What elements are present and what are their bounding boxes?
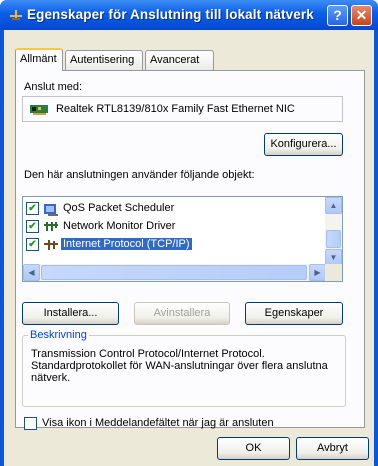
properties-button[interactable]: Egenskaper <box>245 302 343 325</box>
qos-scheduler-icon <box>44 204 58 216</box>
list-item-selected[interactable]: ✔ Internet Protocol (TCP/IP) <box>23 236 326 254</box>
uninstall-button-label: Avinstallera <box>153 307 211 319</box>
list-item[interactable]: ✔ QoS Packet Scheduler <box>23 200 326 218</box>
list-item-label: Internet Protocol (TCP/IP) <box>61 238 192 250</box>
vertical-scroll-thumb[interactable] <box>326 230 341 248</box>
help-button[interactable]: ? <box>327 5 348 26</box>
network-connection-icon <box>10 10 22 20</box>
adapter-name: Realtek RTL8139/810x Family Fast Etherne… <box>56 103 295 115</box>
tab-authentication[interactable]: Autentisering <box>65 50 143 70</box>
show-icon-label: Visa ikon i Meddelandefältet när jag är … <box>42 417 274 429</box>
title-bar[interactable]: Egenskaper för Anslutning till lokalt nä… <box>0 0 378 30</box>
scroll-left-button[interactable]: ◀ <box>23 264 40 281</box>
properties-window: Egenskaper för Anslutning till lokalt nä… <box>0 0 378 466</box>
configure-button[interactable]: Konfigurera... <box>264 133 343 156</box>
description-group: Beskrivning Transmission Control Protoco… <box>22 329 346 407</box>
close-button[interactable]: ✕ <box>351 5 372 26</box>
adapter-field: Realtek RTL8139/810x Family Fast Etherne… <box>22 96 343 122</box>
horizontal-scroll-thumb[interactable] <box>41 265 307 280</box>
scrollbar-corner <box>325 264 342 281</box>
description-text: Transmission Control Protocol/Internet P… <box>31 348 328 384</box>
list-item-label: QoS Packet Scheduler <box>63 202 175 214</box>
show-icon-checkbox[interactable] <box>24 417 37 430</box>
list-item-label: Network Monitor Driver <box>63 220 176 232</box>
window-title: Egenskaper för Anslutning till lokalt nä… <box>27 7 314 22</box>
configure-button-label: Konfigurera... <box>270 138 337 150</box>
horizontal-scrollbar[interactable]: ◀ ▶ <box>23 264 326 281</box>
tab-advanced[interactable]: Avancerat <box>145 50 214 70</box>
install-button-label: Installera... <box>43 307 98 319</box>
item-checkbox[interactable]: ✔ <box>26 220 39 233</box>
network-driver-icon <box>44 222 58 231</box>
cancel-button-label: Avbryt <box>317 442 348 454</box>
network-card-icon <box>30 105 48 115</box>
ok-button[interactable]: OK <box>217 437 290 460</box>
description-title: Beskrivning <box>28 329 89 341</box>
item-checkbox[interactable]: ✔ <box>26 202 39 215</box>
scroll-up-button[interactable]: ▲ <box>325 197 342 214</box>
tab-general[interactable]: Allmänt <box>15 48 63 71</box>
vertical-scrollbar[interactable]: ▲ ▼ <box>325 197 342 266</box>
components-list[interactable]: ✔ QoS Packet Scheduler ✔ Network Monitor… <box>22 196 343 282</box>
general-tab-panel: Anslut med: Realtek RTL8139/810x Family … <box>15 70 365 430</box>
ok-button-label: OK <box>245 442 262 454</box>
items-label: Den här anslutningen använder följande o… <box>24 169 255 181</box>
cancel-button[interactable]: Avbryt <box>296 437 369 460</box>
uninstall-button[interactable]: Avinstallera <box>134 302 230 325</box>
properties-button-label: Egenskaper <box>264 307 324 319</box>
connect-using-label: Anslut med: <box>24 81 83 93</box>
protocol-icon <box>44 240 58 250</box>
item-checkbox[interactable]: ✔ <box>26 238 39 251</box>
dialog-client-area: Allmänt Autentisering Avancerat Anslut m… <box>4 30 374 466</box>
install-button[interactable]: Installera... <box>22 302 119 325</box>
list-item[interactable]: ✔ Network Monitor Driver <box>23 218 326 236</box>
scroll-right-button[interactable]: ▶ <box>309 264 326 281</box>
